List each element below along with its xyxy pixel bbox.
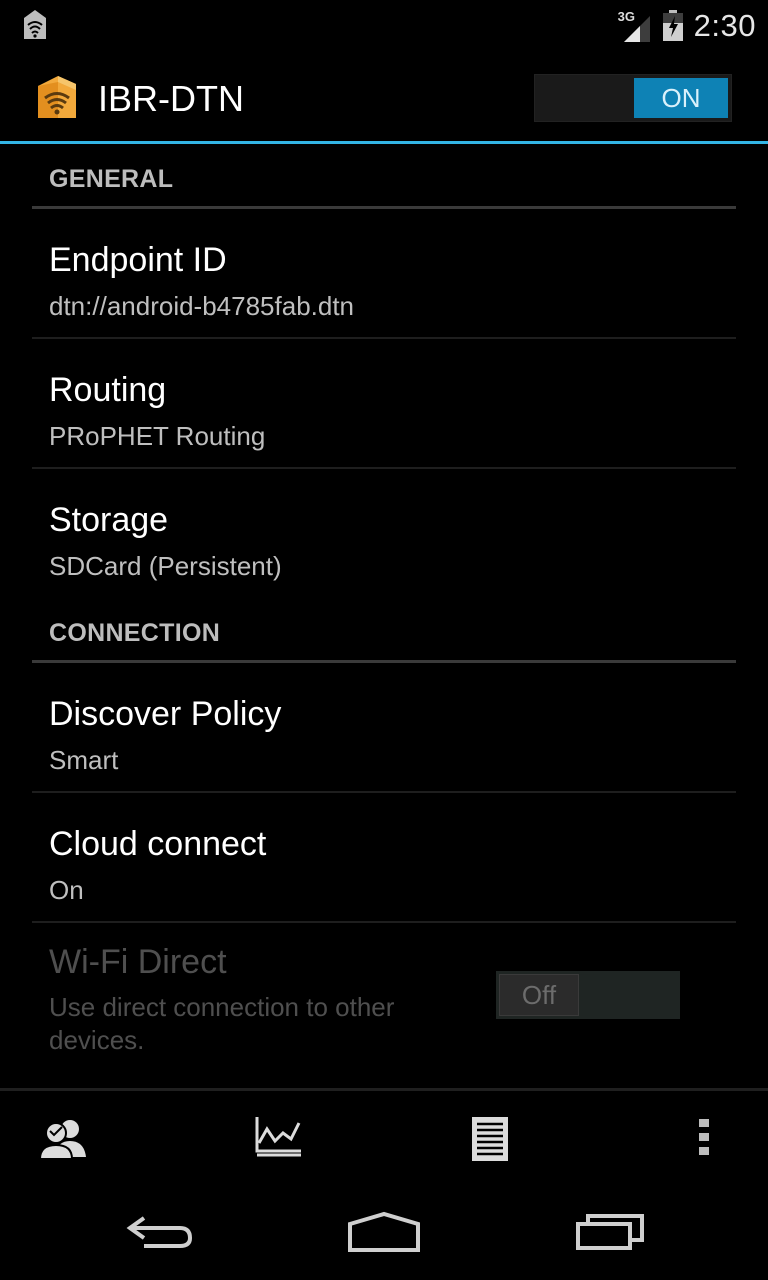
pref-summary: On [49, 875, 84, 905]
neighbors-icon[interactable] [40, 1115, 88, 1159]
pref-storage[interactable]: Storage SDCard (Persistent) [32, 469, 736, 599]
pref-title: Cloud connect [49, 825, 267, 863]
pref-summary: SDCard (Persistent) [49, 551, 282, 581]
back-icon[interactable] [124, 1210, 196, 1254]
recent-apps-icon[interactable] [574, 1210, 646, 1254]
signal-icon: 3G [618, 9, 652, 43]
pref-title: Routing [49, 371, 167, 409]
service-toggle-label: ON [634, 78, 728, 118]
pref-title: Discover Policy [49, 695, 282, 733]
home-icon[interactable] [346, 1210, 422, 1254]
pref-discover-policy[interactable]: Discover Policy Smart [32, 663, 736, 793]
battery-charging-icon [662, 10, 683, 41]
statistics-chart-icon[interactable] [253, 1115, 303, 1157]
pref-cloud-connect[interactable]: Cloud connect On [32, 793, 736, 923]
pref-summary: Use direct connection to other devices. [49, 992, 395, 1055]
pref-title: Endpoint ID [49, 241, 227, 279]
log-list-icon[interactable] [470, 1115, 510, 1163]
pref-routing[interactable]: Routing PRoPHET Routing [32, 339, 736, 469]
status-time: 2:30 [693, 8, 756, 43]
wifi-direct-toggle-label: Off [499, 974, 579, 1016]
pref-title: Storage [49, 501, 169, 539]
section-header-connection: CONNECTION [32, 599, 736, 663]
section-header-general: GENERAL [32, 147, 736, 209]
pref-title: Wi-Fi Direct [49, 943, 227, 981]
service-toggle[interactable]: ON [534, 74, 732, 122]
ibr-dtn-notification-icon [24, 10, 46, 39]
pref-endpoint-id[interactable]: Endpoint ID dtn://android-b4785fab.dtn [32, 209, 736, 339]
pref-wifi-direct: Wi-Fi Direct Use direct connection to ot… [32, 923, 736, 1083]
status-icons: 3G 2:30 [618, 6, 756, 46]
overflow-menu-icon[interactable] [696, 1115, 712, 1159]
pref-summary: dtn://android-b4785fab.dtn [49, 291, 355, 321]
status-bar: 3G 2:30 [0, 0, 768, 50]
bottom-action-bar [0, 1088, 768, 1184]
preference-list: GENERAL Endpoint ID dtn://android-b4785f… [32, 147, 736, 1083]
navigation-bar [0, 1184, 768, 1280]
pref-summary: Smart [49, 745, 119, 775]
action-bar: IBR-DTN ON [0, 50, 768, 144]
app-icon[interactable] [34, 72, 80, 122]
wifi-direct-toggle: Off [496, 971, 680, 1019]
app-title: IBR-DTN [98, 78, 244, 119]
pref-summary: PRoPHET Routing [49, 421, 266, 451]
